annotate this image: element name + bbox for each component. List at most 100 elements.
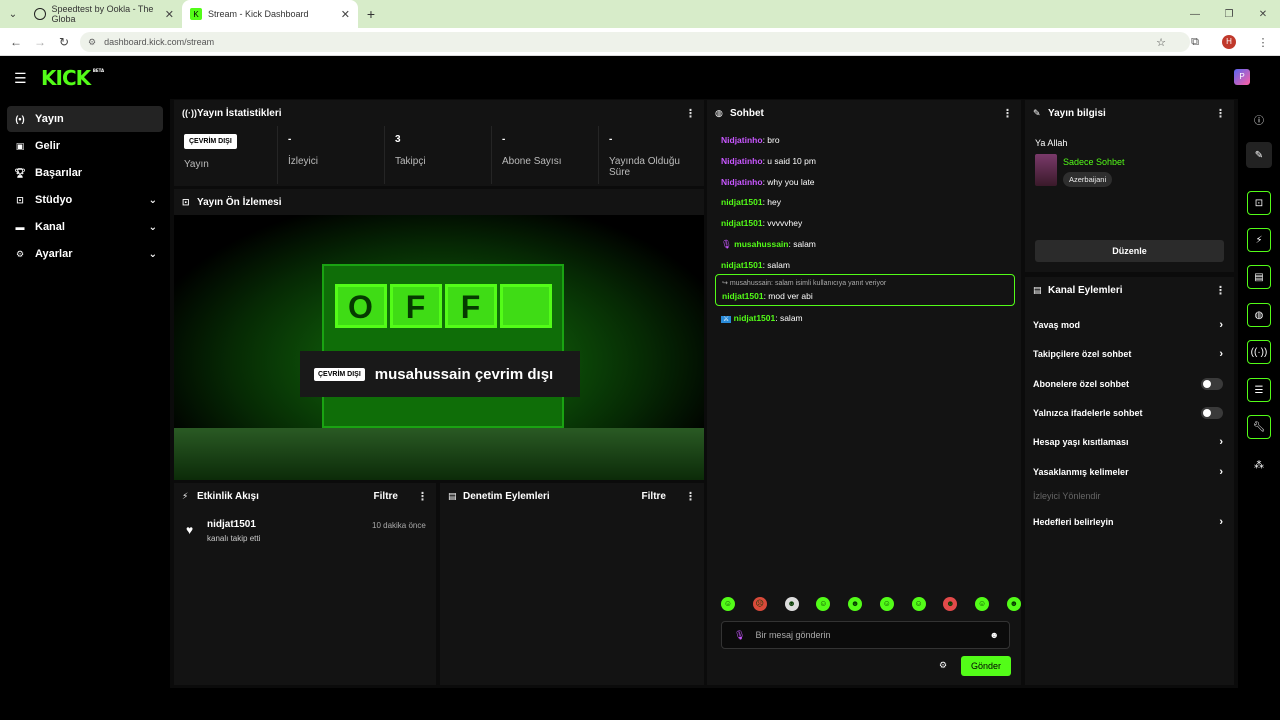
emote-icon[interactable]: ☺ bbox=[816, 597, 831, 611]
address-bar[interactable]: ⚙ dashboard.kick.com/stream bbox=[80, 32, 1190, 52]
action-banned-words[interactable]: Yasaklanmış kelimeler › bbox=[1033, 466, 1223, 478]
chat-widget-icon[interactable]: ◍ bbox=[1247, 303, 1271, 327]
chat-settings-icon[interactable]: ⚙ bbox=[939, 660, 947, 671]
tab-title: Stream - Kick Dashboard bbox=[208, 9, 309, 19]
activity-widget-icon[interactable]: ⚡︎ bbox=[1247, 228, 1271, 252]
emote-icon[interactable]: ☻ bbox=[1006, 597, 1021, 611]
preview-widget-icon[interactable]: ⊡ bbox=[1247, 191, 1271, 215]
stream-preview-video[interactable]: O F F L I N E ÇEVRİM DIŞI bbox=[174, 215, 704, 480]
stream-category[interactable]: Sadece Sohbet bbox=[1063, 157, 1125, 167]
emote-icon[interactable]: ☹ bbox=[752, 597, 767, 611]
emote-bar: ☺ ☹ ☻ ☺ ☻ ☺ ☺ ☻ ☺ ☻ bbox=[721, 597, 1021, 611]
emote-icon[interactable]: ☻ bbox=[943, 597, 958, 611]
panel-header: ✎ Yayın bilgisi ⋮ bbox=[1025, 100, 1234, 126]
chat-message-input[interactable]: 🎙︎ Bir mesaj gönderin ☻ bbox=[721, 621, 1010, 649]
hamburger-menu-icon[interactable]: ☰ bbox=[14, 70, 28, 87]
stats-widget-icon[interactable]: ((·)) bbox=[1247, 340, 1271, 364]
broadcast-icon: ((·)) bbox=[182, 108, 197, 118]
chat-username[interactable]: nidjat1501 bbox=[721, 260, 763, 270]
browser-tab-speedtest[interactable]: Speedtest by Ookla - The Globa ✕ bbox=[26, 0, 182, 28]
moderation-icon: ▤ bbox=[448, 490, 457, 501]
chat-message: nidjat1501: salam bbox=[721, 260, 790, 270]
kick-logo[interactable]: KICK BETA bbox=[41, 66, 104, 90]
filter-button[interactable]: Filtre bbox=[642, 491, 666, 502]
chat-username[interactable]: Nidjatinho bbox=[721, 135, 763, 145]
sidebar-item-yayin[interactable]: (•) Yayın bbox=[7, 106, 163, 132]
emote-icon[interactable]: ☻ bbox=[784, 597, 799, 611]
subscribers-only-toggle[interactable] bbox=[1201, 378, 1223, 390]
chat-username[interactable]: musahussain bbox=[734, 239, 788, 249]
action-label: Takipçilere özel sohbet bbox=[1033, 349, 1132, 359]
reload-icon[interactable]: ↻ bbox=[52, 35, 76, 49]
stream-stats-panel: ((·)) Yayın İstatistikleri ⋮ ÇEVRİM DIŞI… bbox=[174, 100, 704, 186]
close-tab-icon[interactable]: ✕ bbox=[165, 8, 174, 21]
chat-username[interactable]: Nidjatinho bbox=[721, 177, 763, 187]
bookmark-star-icon[interactable]: ☆ bbox=[1144, 36, 1178, 49]
profile-avatar[interactable]: H bbox=[1222, 35, 1236, 49]
forward-icon[interactable]: → bbox=[28, 35, 52, 49]
chevron-right-icon: › bbox=[1219, 466, 1223, 478]
browser-tab-kick[interactable]: K Stream - Kick Dashboard ✕ bbox=[182, 0, 358, 28]
tools-widget-icon[interactable]: 🔧︎ bbox=[1247, 415, 1271, 439]
more-options-icon[interactable]: ⋮ bbox=[685, 107, 696, 120]
add-widget-icon[interactable]: ⁂ bbox=[1246, 452, 1272, 478]
back-icon[interactable]: ← bbox=[4, 35, 28, 49]
sidebar-item-gelir[interactable]: ▣ Gelir bbox=[7, 133, 163, 159]
action-set-goals[interactable]: Hedefleri belirleyin › bbox=[1033, 516, 1223, 528]
extensions-icon[interactable]: ⧉ bbox=[1178, 36, 1212, 49]
panel-title: Yayın Ön İzlemesi bbox=[197, 196, 282, 208]
moderation-widget-icon[interactable]: ▤ bbox=[1247, 265, 1271, 289]
emote-icon[interactable]: ☺ bbox=[911, 597, 926, 611]
chat-username[interactable]: nidjat1501 bbox=[721, 218, 763, 228]
panel-title: Sohbet bbox=[730, 107, 764, 119]
emote-icon[interactable]: ☻ bbox=[848, 597, 863, 611]
chat-username[interactable]: nidjat1501 bbox=[722, 291, 764, 301]
sidebar-item-label: Yayın bbox=[35, 113, 64, 125]
edit-layout-icon[interactable]: ✎ bbox=[1246, 142, 1272, 168]
user-avatar[interactable]: P bbox=[1234, 69, 1250, 85]
reply-context: ↪ musahussain: salam isimli kullanıcıya … bbox=[722, 280, 887, 287]
more-options-icon[interactable]: ⋮ bbox=[417, 490, 428, 503]
emoji-picker-icon[interactable]: ☻ bbox=[990, 630, 999, 640]
sidebar-item-studyo[interactable]: ⊡ Stüdyo ⌄ bbox=[7, 187, 163, 213]
more-options-icon[interactable]: ⋮ bbox=[1215, 107, 1226, 120]
tab-list-button[interactable]: ⌄ bbox=[0, 0, 26, 28]
new-tab-button[interactable]: + bbox=[358, 6, 384, 22]
chevron-right-icon: › bbox=[1219, 319, 1223, 331]
more-options-icon[interactable]: ⋮ bbox=[1215, 284, 1226, 297]
close-tab-icon[interactable]: ✕ bbox=[341, 8, 350, 21]
action-account-age[interactable]: Hesap yaşı kısıtlaması › bbox=[1033, 436, 1223, 448]
site-info-icon[interactable]: ⚙ bbox=[88, 37, 96, 48]
send-button[interactable]: Gönder bbox=[961, 656, 1011, 676]
stat-followers: 3 Takipçi bbox=[385, 126, 492, 184]
emote-icon[interactable]: ☺ bbox=[879, 597, 894, 611]
panel-title: Yayın bilgisi bbox=[1048, 107, 1106, 119]
edit-button[interactable]: Düzenle bbox=[1035, 240, 1224, 262]
emote-icon[interactable]: ☺ bbox=[721, 597, 735, 611]
top-navigation: ☰ KICK BETA P bbox=[0, 57, 1280, 99]
action-followers-only[interactable]: Takipçilere özel sohbet › bbox=[1033, 348, 1223, 360]
activity-user[interactable]: nidjat1501 bbox=[207, 519, 256, 530]
emote-only-toggle[interactable] bbox=[1201, 407, 1223, 419]
chat-username[interactable]: nidjat1501 bbox=[734, 313, 776, 323]
close-window-icon[interactable]: ✕ bbox=[1246, 9, 1280, 20]
minimize-icon[interactable]: — bbox=[1178, 9, 1212, 20]
emote-icon[interactable]: ☺ bbox=[975, 597, 990, 611]
sidebar-item-kanal[interactable]: ▬ Kanal ⌄ bbox=[7, 214, 163, 240]
sidebar-item-ayarlar[interactable]: ⚙ Ayarlar ⌄ bbox=[7, 241, 163, 267]
more-options-icon[interactable]: ⋮ bbox=[1002, 107, 1013, 120]
chat-username[interactable]: Nidjatinho bbox=[721, 156, 763, 166]
browser-menu-icon[interactable]: ⋮ bbox=[1246, 36, 1280, 49]
lightning-icon: ▤ bbox=[1033, 284, 1042, 295]
stat-value: 3 bbox=[395, 134, 401, 145]
channel-actions-widget-icon[interactable]: ☰ bbox=[1247, 378, 1271, 402]
info-icon[interactable]: ⓘ bbox=[1246, 106, 1272, 132]
action-label: İzleyici Yönlendir bbox=[1033, 491, 1101, 501]
chat-username[interactable]: nidjat1501 bbox=[721, 197, 763, 207]
offline-text: musahussain çevrim dışı bbox=[374, 365, 554, 383]
more-options-icon[interactable]: ⋮ bbox=[685, 490, 696, 503]
sidebar-item-basarilar[interactable]: 🏆︎ Başarılar bbox=[7, 160, 163, 186]
restore-icon[interactable]: ❐ bbox=[1212, 9, 1246, 20]
filter-button[interactable]: Filtre bbox=[374, 491, 398, 502]
action-slow-mode[interactable]: Yavaş mod › bbox=[1033, 319, 1223, 331]
